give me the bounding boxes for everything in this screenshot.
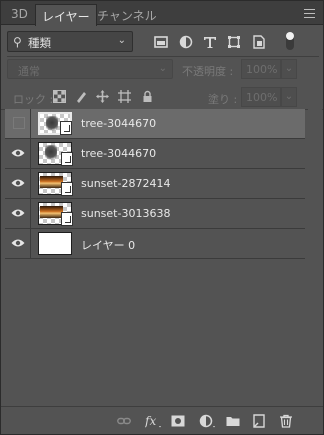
tab-layers[interactable]: レイヤー bbox=[35, 4, 97, 26]
tab-bar: 3D レイヤー チャンネル bbox=[1, 1, 323, 26]
fill-dropdown-button[interactable]: ⌄ bbox=[281, 87, 297, 107]
eye-icon[interactable] bbox=[11, 178, 25, 188]
fill-input[interactable]: 100% bbox=[241, 87, 281, 107]
layer-row[interactable]: レイヤー 0 bbox=[5, 229, 305, 259]
lock-artboard-icon[interactable] bbox=[118, 90, 131, 103]
adjustment-filter-icon[interactable] bbox=[179, 35, 193, 49]
visibility-cell[interactable] bbox=[5, 169, 31, 198]
sunset-image bbox=[40, 176, 63, 188]
filter-toggle-knob bbox=[286, 32, 294, 40]
layer-row[interactable]: tree-3044670 bbox=[5, 139, 305, 169]
blend-mode-value: 通常 bbox=[18, 65, 40, 78]
eye-icon[interactable] bbox=[11, 208, 25, 218]
visibility-cell[interactable] bbox=[5, 109, 31, 138]
visibility-off-box[interactable] bbox=[13, 117, 25, 129]
layer-thumbnail[interactable] bbox=[38, 142, 73, 166]
visibility-cell[interactable] bbox=[5, 229, 31, 258]
divider bbox=[7, 56, 319, 57]
layer-thumbnail[interactable] bbox=[38, 232, 72, 255]
panel-menu-icon[interactable] bbox=[304, 9, 315, 18]
type-filter-icon[interactable] bbox=[203, 35, 217, 49]
search-icon: ⚲ bbox=[13, 35, 22, 49]
fill-label: 塗り : bbox=[208, 93, 238, 106]
layer-thumbnail[interactable] bbox=[38, 172, 73, 196]
layer-name[interactable]: レイヤー 0 bbox=[81, 237, 135, 253]
lock-all-icon[interactable] bbox=[141, 90, 154, 103]
fx-icon[interactable]: fx bbox=[145, 414, 163, 428]
layer-name[interactable]: sunset-2872414 bbox=[81, 177, 170, 190]
group-folder-icon[interactable] bbox=[226, 414, 240, 428]
lock-position-icon[interactable] bbox=[96, 90, 109, 103]
layer-thumbnail[interactable] bbox=[38, 202, 73, 226]
layers-scrollbar[interactable] bbox=[308, 109, 322, 399]
layer-thumbnail[interactable] bbox=[38, 112, 72, 135]
image-filter-icon[interactable] bbox=[154, 35, 168, 49]
visibility-cell[interactable] bbox=[5, 199, 31, 228]
layers-panel: 3D レイヤー チャンネル ⚲ 種類 ⌄ 通常 ⌄ 不透明度 : 100% ⌄ … bbox=[0, 0, 324, 435]
lock-transparent-pixels-icon[interactable] bbox=[53, 90, 66, 103]
layer-row[interactable]: sunset-3013638 bbox=[5, 199, 305, 229]
filter-kind-label: 種類 bbox=[28, 36, 51, 50]
mask-icon[interactable] bbox=[171, 414, 185, 428]
tree-image bbox=[46, 116, 58, 133]
layer-name[interactable]: tree-3044670 bbox=[81, 117, 156, 130]
tree-image bbox=[45, 145, 57, 162]
opacity-input[interactable]: 100% bbox=[241, 59, 281, 79]
opacity-dropdown-button[interactable]: ⌄ bbox=[281, 59, 297, 79]
link-icon[interactable] bbox=[117, 414, 131, 428]
layer-row[interactable]: tree-3044670 bbox=[5, 109, 305, 139]
lock-label: ロック : bbox=[13, 93, 54, 106]
smart-object-badge-icon bbox=[61, 212, 73, 226]
smart-object-badge-icon bbox=[61, 182, 73, 196]
layer-name[interactable]: tree-3044670 bbox=[81, 147, 156, 160]
tab-3d[interactable]: 3D bbox=[5, 4, 34, 25]
opacity-label: 不透明度 : bbox=[182, 65, 234, 78]
visibility-cell[interactable] bbox=[5, 139, 31, 168]
eye-icon[interactable] bbox=[11, 238, 25, 248]
layer-row[interactable]: sunset-2872414 bbox=[5, 169, 305, 199]
layer-name[interactable]: sunset-3013638 bbox=[81, 207, 170, 220]
smart-object-filter-icon[interactable] bbox=[252, 35, 266, 49]
smart-object-badge-icon bbox=[61, 152, 73, 166]
filter-toggle[interactable] bbox=[286, 32, 294, 50]
eye-icon[interactable] bbox=[11, 148, 25, 158]
trash-icon[interactable] bbox=[279, 414, 293, 428]
sunset-image bbox=[40, 206, 63, 218]
chevron-down-icon: ⌄ bbox=[158, 63, 167, 74]
new-layer-icon[interactable] bbox=[252, 414, 266, 428]
layers-toolbar: fx bbox=[1, 406, 323, 434]
smart-object-badge-icon bbox=[60, 121, 72, 135]
adjustment-layer-icon[interactable] bbox=[199, 414, 217, 428]
chevron-down-icon: ⌄ bbox=[117, 35, 126, 46]
shape-filter-icon[interactable] bbox=[227, 35, 241, 49]
blend-mode-select[interactable]: 通常 ⌄ bbox=[7, 59, 173, 79]
filter-kind-select[interactable]: ⚲ 種類 ⌄ bbox=[7, 31, 133, 52]
svg-text:fx: fx bbox=[145, 414, 156, 428]
tab-channels[interactable]: チャンネル bbox=[91, 4, 163, 25]
lock-image-pixels-icon[interactable] bbox=[75, 90, 88, 103]
